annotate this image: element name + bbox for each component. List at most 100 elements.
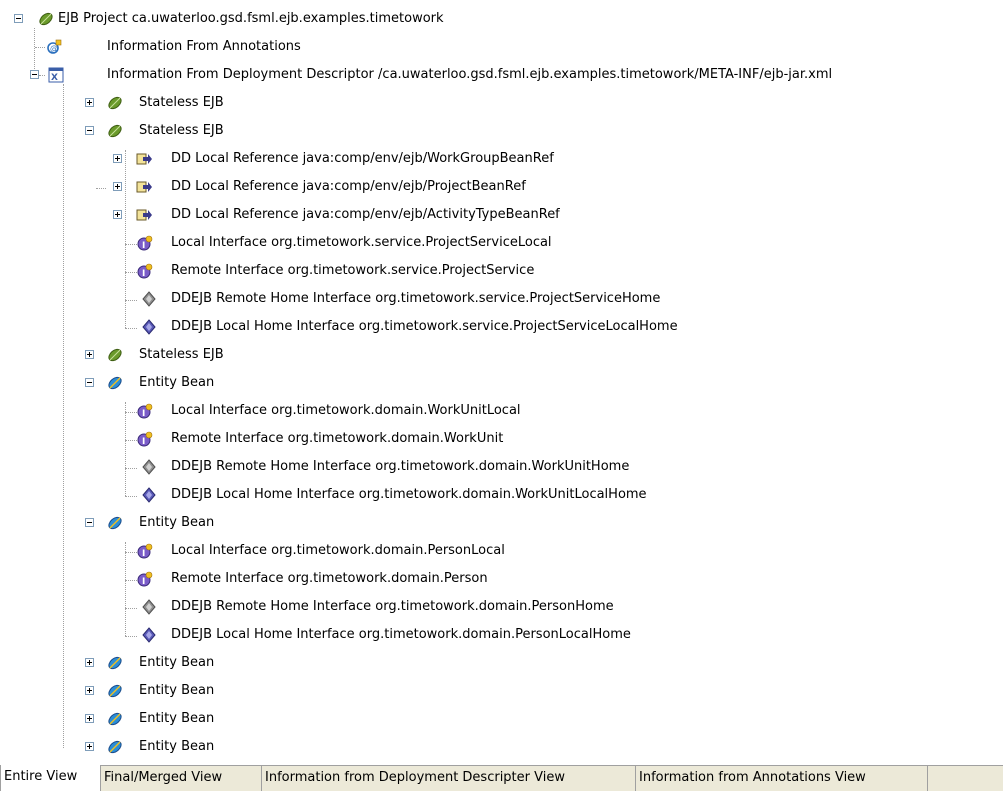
interface-icon: I bbox=[137, 263, 153, 279]
tree-node-local-interface[interactable]: I Local Interface org.timetowork.domain.… bbox=[0, 397, 1003, 425]
tab-annotations-view[interactable]: Information from Annotations View bbox=[636, 766, 928, 791]
tree-node-entity-bean[interactable]: Entity Bean bbox=[0, 369, 1003, 397]
tree-node-label: DD Local Reference java:comp/env/ejb/Wor… bbox=[171, 151, 554, 166]
expand-toggle-icon[interactable] bbox=[85, 98, 94, 107]
tree-node-entity-bean[interactable]: Entity Bean bbox=[0, 649, 1003, 677]
interface-icon: I bbox=[137, 431, 153, 447]
collapse-toggle-icon[interactable] bbox=[85, 378, 94, 387]
tree-node-label: DD Local Reference java:comp/env/ejb/Pro… bbox=[171, 179, 526, 194]
tree-node-local-home-interface[interactable]: DDEJB Local Home Interface org.timetowor… bbox=[0, 481, 1003, 509]
tree-node-dd-local-reference[interactable]: DD Local Reference java:comp/env/ejb/Act… bbox=[0, 201, 1003, 229]
collapse-toggle-icon[interactable] bbox=[85, 518, 94, 527]
tree-node-label: DDEJB Remote Home Interface org.timetowo… bbox=[171, 599, 614, 614]
tree-node-remote-home-interface[interactable]: DDEJB Remote Home Interface org.timetowo… bbox=[0, 285, 1003, 313]
stateless-ejb-icon bbox=[107, 123, 123, 139]
tree-node-label: Local Interface org.timetowork.service.P… bbox=[171, 235, 552, 250]
tab-entire-view[interactable]: Entire View bbox=[0, 765, 101, 791]
entity-bean-icon bbox=[107, 375, 123, 391]
reference-icon bbox=[136, 179, 152, 195]
svg-text:I: I bbox=[142, 269, 145, 279]
tree-node-label: Stateless EJB bbox=[139, 95, 224, 110]
xml-descriptor-icon: X bbox=[48, 67, 64, 83]
tree-node-label: Stateless EJB bbox=[139, 347, 224, 362]
local-home-icon bbox=[141, 627, 157, 643]
tree-node-stateless-ejb[interactable]: Stateless EJB bbox=[0, 117, 1003, 145]
tree-node-remote-interface[interactable]: I Remote Interface org.timetowork.servic… bbox=[0, 257, 1003, 285]
tree-node-dd-local-reference[interactable]: DD Local Reference java:comp/env/ejb/Wor… bbox=[0, 145, 1003, 173]
tree-node-label: Local Interface org.timetowork.domain.Pe… bbox=[171, 543, 505, 558]
stateless-ejb-icon bbox=[107, 95, 123, 111]
tree-node-ejb-project[interactable]: EJB Project ca.uwaterloo.gsd.fsml.ejb.ex… bbox=[0, 5, 1003, 33]
expand-toggle-icon[interactable] bbox=[113, 210, 122, 219]
tree-node-label: Information From Annotations bbox=[107, 39, 301, 54]
tree-node-stateless-ejb[interactable]: Stateless EJB bbox=[0, 89, 1003, 117]
expand-toggle-icon[interactable] bbox=[85, 350, 94, 359]
tree-node-remote-interface[interactable]: I Remote Interface org.timetowork.domain… bbox=[0, 425, 1003, 453]
tree-node-local-interface[interactable]: I Local Interface org.timetowork.domain.… bbox=[0, 537, 1003, 565]
svg-text:I: I bbox=[142, 437, 145, 447]
local-home-icon bbox=[141, 487, 157, 503]
reference-icon bbox=[136, 207, 152, 223]
interface-icon: I bbox=[137, 403, 153, 419]
tree-node-label: DDEJB Remote Home Interface org.timetowo… bbox=[171, 291, 661, 306]
tree-node-entity-bean[interactable]: Entity Bean bbox=[0, 509, 1003, 537]
expand-toggle-icon[interactable] bbox=[85, 742, 94, 751]
tree-node-entity-bean[interactable]: Entity Bean bbox=[0, 733, 1003, 761]
tree-node-label: Entity Bean bbox=[139, 515, 215, 530]
tree-node-local-home-interface[interactable]: DDEJB Local Home Interface org.timetowor… bbox=[0, 621, 1003, 649]
entity-bean-icon bbox=[107, 655, 123, 671]
tree-node-label: Entity Bean bbox=[139, 655, 215, 670]
tree-node-deployment-descriptor[interactable]: X Information From Deployment Descriptor… bbox=[0, 61, 1003, 89]
expand-toggle-icon[interactable] bbox=[85, 658, 94, 667]
interface-icon: I bbox=[137, 235, 153, 251]
entity-bean-icon bbox=[107, 711, 123, 727]
expand-toggle-icon[interactable] bbox=[85, 686, 94, 695]
svg-text:I: I bbox=[142, 409, 145, 419]
collapse-toggle-icon[interactable] bbox=[30, 70, 39, 79]
tab-final-merged-view[interactable]: Final/Merged View bbox=[101, 766, 262, 791]
tree-node-dd-local-reference[interactable]: DD Local Reference java:comp/env/ejb/Pro… bbox=[0, 173, 1003, 201]
tree-node-remote-home-interface[interactable]: DDEJB Remote Home Interface org.timetowo… bbox=[0, 453, 1003, 481]
entity-bean-icon bbox=[107, 683, 123, 699]
tree-node-local-interface[interactable]: I Local Interface org.timetowork.service… bbox=[0, 229, 1003, 257]
tree-node-label: Entity Bean bbox=[139, 375, 215, 390]
tree-node-remote-interface[interactable]: I Remote Interface org.timetowork.domain… bbox=[0, 565, 1003, 593]
collapse-toggle-icon[interactable] bbox=[85, 126, 94, 135]
tree-node-local-home-interface[interactable]: DDEJB Local Home Interface org.timetowor… bbox=[0, 313, 1003, 341]
svg-text:I: I bbox=[142, 241, 145, 251]
tree-node-remote-home-interface[interactable]: DDEJB Remote Home Interface org.timetowo… bbox=[0, 593, 1003, 621]
tree-node-label: DDEJB Local Home Interface org.timetowor… bbox=[171, 319, 678, 334]
expand-toggle-icon[interactable] bbox=[113, 154, 122, 163]
remote-home-icon bbox=[141, 291, 157, 307]
svg-text:X: X bbox=[51, 73, 58, 83]
tree-node-label: EJB Project ca.uwaterloo.gsd.fsml.ejb.ex… bbox=[58, 11, 444, 26]
tree-node-label: Remote Interface org.timetowork.domain.P… bbox=[171, 571, 488, 586]
expand-toggle-icon[interactable] bbox=[85, 714, 94, 723]
tree-node-stateless-ejb[interactable]: Stateless EJB bbox=[0, 341, 1003, 369]
remote-home-icon bbox=[141, 599, 157, 615]
tree-node-label: Entity Bean bbox=[139, 683, 215, 698]
expand-toggle-icon[interactable] bbox=[113, 182, 122, 191]
tab-deployment-descriptor-view[interactable]: Information from Deployment Descripter V… bbox=[262, 766, 636, 791]
collapse-toggle-icon[interactable] bbox=[14, 14, 23, 23]
interface-icon: I bbox=[137, 543, 153, 559]
local-home-icon bbox=[141, 319, 157, 335]
tree-node-label: Information From Deployment Descriptor /… bbox=[107, 67, 833, 82]
tree-node-label: Remote Interface org.timetowork.service.… bbox=[171, 263, 535, 278]
reference-icon bbox=[136, 151, 152, 167]
tree-node-label: DDEJB Remote Home Interface org.timetowo… bbox=[171, 459, 630, 474]
svg-text:I: I bbox=[142, 549, 145, 559]
tree-node-entity-bean[interactable]: Entity Bean bbox=[0, 677, 1003, 705]
tree-node-label: Local Interface org.timetowork.domain.Wo… bbox=[171, 403, 521, 418]
tree-node-label: DD Local Reference java:comp/env/ejb/Act… bbox=[171, 207, 560, 222]
svg-text:I: I bbox=[142, 577, 145, 587]
ejb-project-icon bbox=[38, 11, 54, 27]
tree-node-label: Entity Bean bbox=[139, 739, 215, 754]
tree-node-label: DDEJB Local Home Interface org.timetowor… bbox=[171, 627, 631, 642]
stateless-ejb-icon bbox=[107, 347, 123, 363]
model-tree[interactable]: EJB Project ca.uwaterloo.gsd.fsml.ejb.ex… bbox=[0, 0, 1003, 765]
tree-node-annotations[interactable]: @ Information From Annotations bbox=[0, 33, 1003, 61]
entity-bean-icon bbox=[107, 739, 123, 755]
tree-node-entity-bean[interactable]: Entity Bean bbox=[0, 705, 1003, 733]
tree-node-label: DDEJB Local Home Interface org.timetowor… bbox=[171, 487, 647, 502]
